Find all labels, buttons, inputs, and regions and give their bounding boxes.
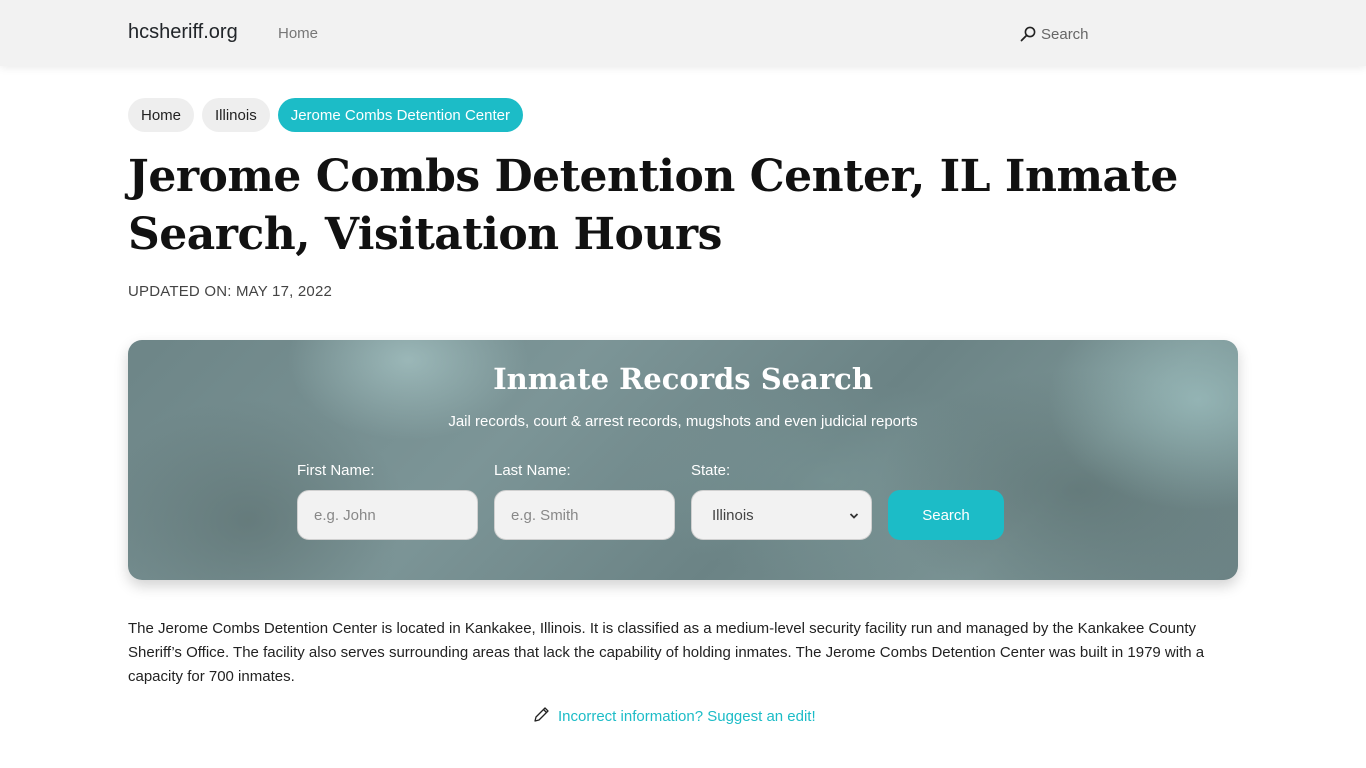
breadcrumb-illinois[interactable]: Illinois: [202, 98, 270, 132]
nav-search-button[interactable]: Search: [1020, 24, 1089, 44]
first-name-label: First Name:: [297, 462, 375, 479]
suggest-edit-label: Incorrect information? Suggest an edit!: [558, 708, 816, 725]
top-navbar: hcsheriff.org Home Search: [0, 0, 1366, 66]
search-submit-button[interactable]: Search: [888, 490, 1004, 540]
chevron-down-icon: [849, 507, 859, 524]
breadcrumb-home[interactable]: Home: [128, 98, 195, 132]
nav-search-label: Search: [1041, 25, 1089, 43]
site-logo-link[interactable]: hcsheriff.org: [128, 21, 238, 44]
nav-home-link[interactable]: Home: [278, 25, 318, 42]
suggest-edit-link[interactable]: Incorrect information? Suggest an edit!: [533, 706, 816, 727]
first-name-input[interactable]: [297, 490, 478, 540]
search-panel-subtitle: Jail records, court & arrest records, mu…: [448, 413, 918, 430]
inmate-search-panel: Inmate Records Search Jail records, cour…: [128, 340, 1238, 580]
page-title: Jerome Combs Detention Center, IL Inmate…: [128, 151, 1178, 260]
state-selected-value: Illinois: [712, 506, 754, 524]
state-label: State:: [691, 462, 731, 479]
last-name-input[interactable]: [494, 490, 675, 540]
facility-description: The Jerome Combs Detention Center is loc…: [128, 620, 1205, 685]
search-icon: [1020, 26, 1036, 42]
state-select[interactable]: Illinois: [691, 490, 872, 540]
last-name-label: Last Name:: [494, 462, 571, 479]
pencil-icon: [533, 706, 550, 727]
search-panel-title: Inmate Records Search: [493, 362, 873, 396]
breadcrumb-current[interactable]: Jerome Combs Detention Center: [277, 98, 523, 132]
breadcrumb: Home Illinois Jerome Combs Detention Cen…: [128, 98, 523, 132]
updated-date: UPDATED ON: MAY 17, 2022: [128, 283, 333, 300]
